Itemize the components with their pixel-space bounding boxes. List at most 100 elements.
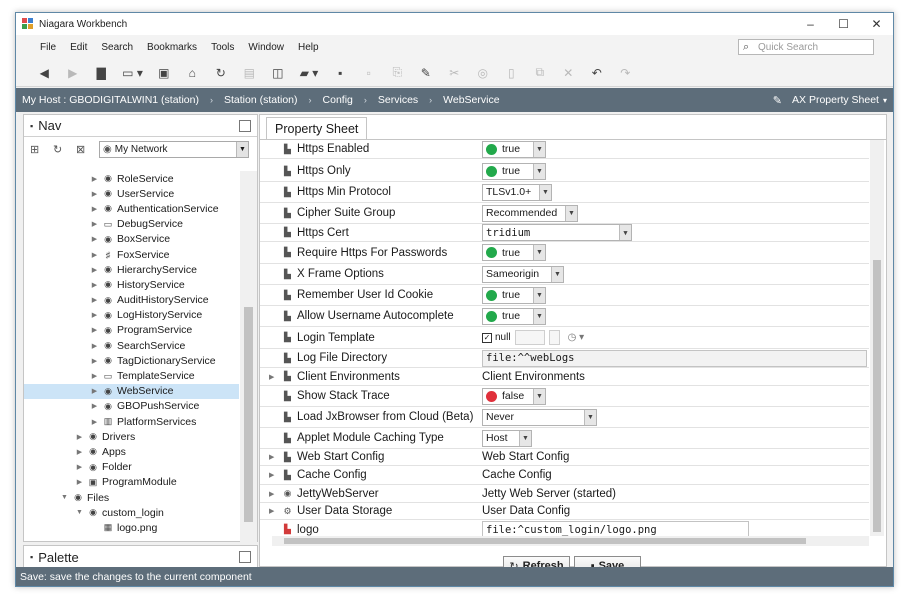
tree-item[interactable]: ▶ ◉ ProgramService — [24, 323, 239, 338]
scroll-thumb[interactable] — [873, 260, 881, 532]
find-icon[interactable]: ⎘ — [383, 62, 412, 84]
menu-window[interactable]: Window — [241, 42, 291, 53]
menu-file[interactable]: File — [33, 42, 63, 53]
tree-item[interactable]: ▶ ◉ HistoryService — [24, 277, 239, 292]
cut-icon[interactable]: ✂ — [440, 62, 469, 84]
tree-item[interactable]: ▶ ▥ PlatformServices — [24, 414, 239, 429]
close-icon[interactable]: ⊠ — [76, 143, 99, 156]
view-icon[interactable]: ▭ ▾ — [116, 62, 150, 84]
sync-icon[interactable]: ↻ — [53, 143, 76, 156]
enum-select[interactable]: Never ▼ — [482, 408, 597, 426]
station-icon[interactable]: ▣ — [150, 62, 179, 84]
tree-item[interactable]: ▶ ▭ TemplateService — [24, 368, 239, 383]
side-bar-icon[interactable]: ◫ — [264, 62, 293, 84]
home-folder-icon[interactable]: ▇ — [87, 62, 116, 84]
boolean-select[interactable]: true ▼ — [482, 162, 546, 180]
close-button[interactable]: ✕ — [860, 13, 893, 35]
expand-arrow-icon[interactable]: ▶ — [89, 311, 100, 319]
ord-field[interactable]: file:^^webLogs — [482, 349, 867, 367]
boolean-select[interactable]: true ▼ — [482, 286, 546, 304]
expand-arrow-icon[interactable]: ▶ — [89, 205, 100, 213]
tree-icon[interactable]: ⊞ — [30, 143, 53, 156]
expand-arrow-icon[interactable]: ▶ — [269, 490, 278, 498]
boolean-select[interactable]: true ▼ — [482, 307, 546, 325]
save-all-icon[interactable]: ▫ — [355, 62, 384, 84]
network-select[interactable]: ◉ My Network ▼ — [99, 140, 249, 158]
tree-item[interactable]: ▶ ◉ WebService — [24, 383, 239, 399]
expand-arrow-icon[interactable]: ▶ — [74, 448, 85, 456]
collapse-arrow-icon[interactable]: ▼ — [59, 494, 70, 501]
enum-select[interactable]: Host ▼ — [482, 429, 532, 447]
clock-icon[interactable]: ◷ ▾ — [568, 332, 585, 343]
sheet-vertical-scrollbar[interactable] — [870, 140, 884, 536]
expand-arrow-icon[interactable]: ▶ — [74, 478, 85, 486]
expand-arrow-icon[interactable]: ▶ — [89, 357, 100, 365]
back-icon[interactable]: ◀ — [30, 62, 59, 84]
save-icon[interactable]: ▪ — [326, 62, 355, 84]
expand-arrow-icon[interactable]: ▶ — [89, 266, 100, 274]
tree-item[interactable]: ▶ ◉ Folder — [24, 460, 239, 475]
tree-item[interactable]: ▶ ◉ AuthenticationService — [24, 201, 239, 216]
tree-item[interactable]: ▶ ◉ SearchService — [24, 338, 239, 353]
scroll-thumb[interactable] — [284, 538, 806, 544]
expand-arrow-icon[interactable]: ▶ — [89, 342, 100, 350]
expand-arrow-icon[interactable]: ▶ — [74, 463, 85, 471]
expand-arrow-icon[interactable]: ▶ — [89, 296, 100, 304]
tree-item[interactable]: ▶ ◉ Apps — [24, 444, 239, 459]
expand-arrow-icon[interactable]: ▶ — [89, 402, 100, 410]
tab-property-sheet[interactable]: Property Sheet — [266, 117, 368, 139]
redo-icon[interactable]: ↷ — [611, 62, 640, 84]
maximize-pane-icon[interactable] — [239, 551, 251, 563]
maximize-pane-icon[interactable] — [239, 120, 251, 132]
menu-tools[interactable]: Tools — [204, 42, 241, 53]
menu-search[interactable]: Search — [94, 42, 140, 53]
crumb-webservice[interactable]: WebService — [437, 94, 505, 106]
expand-arrow-icon[interactable]: ▶ — [89, 326, 100, 334]
expand-arrow-icon[interactable]: ▶ — [89, 235, 100, 243]
menu-edit[interactable]: Edit — [63, 42, 94, 53]
tree-item[interactable]: ▶ ▣ ProgramModule — [24, 475, 239, 490]
expand-arrow-icon[interactable]: ▶ — [269, 453, 278, 461]
crumb-services[interactable]: Services — [372, 94, 424, 106]
collapse-icon[interactable]: ▪ — [30, 121, 33, 131]
scroll-thumb[interactable] — [244, 307, 253, 522]
refresh-icon[interactable]: ↻ — [207, 62, 236, 84]
menu-bookmarks[interactable]: Bookmarks — [140, 42, 204, 53]
paste-icon[interactable]: ▯ — [497, 62, 526, 84]
home-icon[interactable]: ⌂ — [178, 62, 207, 84]
menu-help[interactable]: Help — [291, 42, 326, 53]
expand-arrow-icon[interactable]: ▶ — [269, 471, 278, 479]
expand-arrow-icon[interactable]: ▶ — [89, 281, 100, 289]
crumb-host[interactable]: My Host : GBODIGITALWIN1 (station) — [16, 94, 205, 106]
expand-arrow-icon[interactable]: ▶ — [89, 418, 100, 426]
quick-search-input[interactable]: ⌕ Quick Search — [738, 39, 874, 55]
null-checkbox[interactable]: ✓ — [482, 332, 492, 343]
boolean-select[interactable]: false ▼ — [482, 387, 546, 405]
enum-select[interactable]: Sameorigin ▼ — [482, 265, 564, 283]
tree-item[interactable]: ▶ ◉ TagDictionaryService — [24, 353, 239, 368]
tree-item[interactable]: ▶ ◉ UserService — [24, 186, 239, 201]
copy-icon[interactable]: ▤ — [235, 62, 264, 84]
open-folder-icon[interactable]: ▰ ▾ — [292, 62, 326, 84]
enum-select[interactable]: Recommended ▼ — [482, 204, 578, 222]
forward-icon[interactable]: ▶ — [59, 62, 88, 84]
tree-item[interactable]: ▼ ◉ custom_login — [24, 505, 239, 520]
delete-icon[interactable]: ✕ — [554, 62, 583, 84]
expand-arrow-icon[interactable]: ▶ — [89, 251, 100, 259]
expand-arrow-icon[interactable]: ▶ — [89, 387, 100, 395]
expand-arrow-icon[interactable]: ▶ — [74, 433, 85, 441]
ord-field[interactable]: file:^custom_login/logo.png — [482, 521, 749, 536]
view-selector[interactable]: ✎ AX Property Sheet ▾ — [773, 88, 887, 112]
sheet-horizontal-scrollbar[interactable] — [272, 536, 869, 546]
tree-item[interactable]: ▶ ▭ DebugService — [24, 217, 239, 232]
undo-icon[interactable]: ↶ — [583, 62, 612, 84]
tree-item[interactable]: ▶ ◉ Drivers — [24, 429, 239, 444]
crumb-config[interactable]: Config — [317, 94, 359, 106]
tree-item[interactable]: ▶ ◉ HierarchyService — [24, 262, 239, 277]
template-field[interactable] — [514, 330, 545, 345]
enum-select[interactable]: TLSv1.0+ ▼ — [482, 183, 552, 201]
edit-icon[interactable]: ✎ — [412, 62, 441, 84]
boolean-select[interactable]: true ▼ — [482, 140, 546, 158]
collapse-arrow-icon[interactable]: ▼ — [74, 509, 85, 516]
tree-item[interactable]: ▦ logo.png — [24, 520, 239, 535]
